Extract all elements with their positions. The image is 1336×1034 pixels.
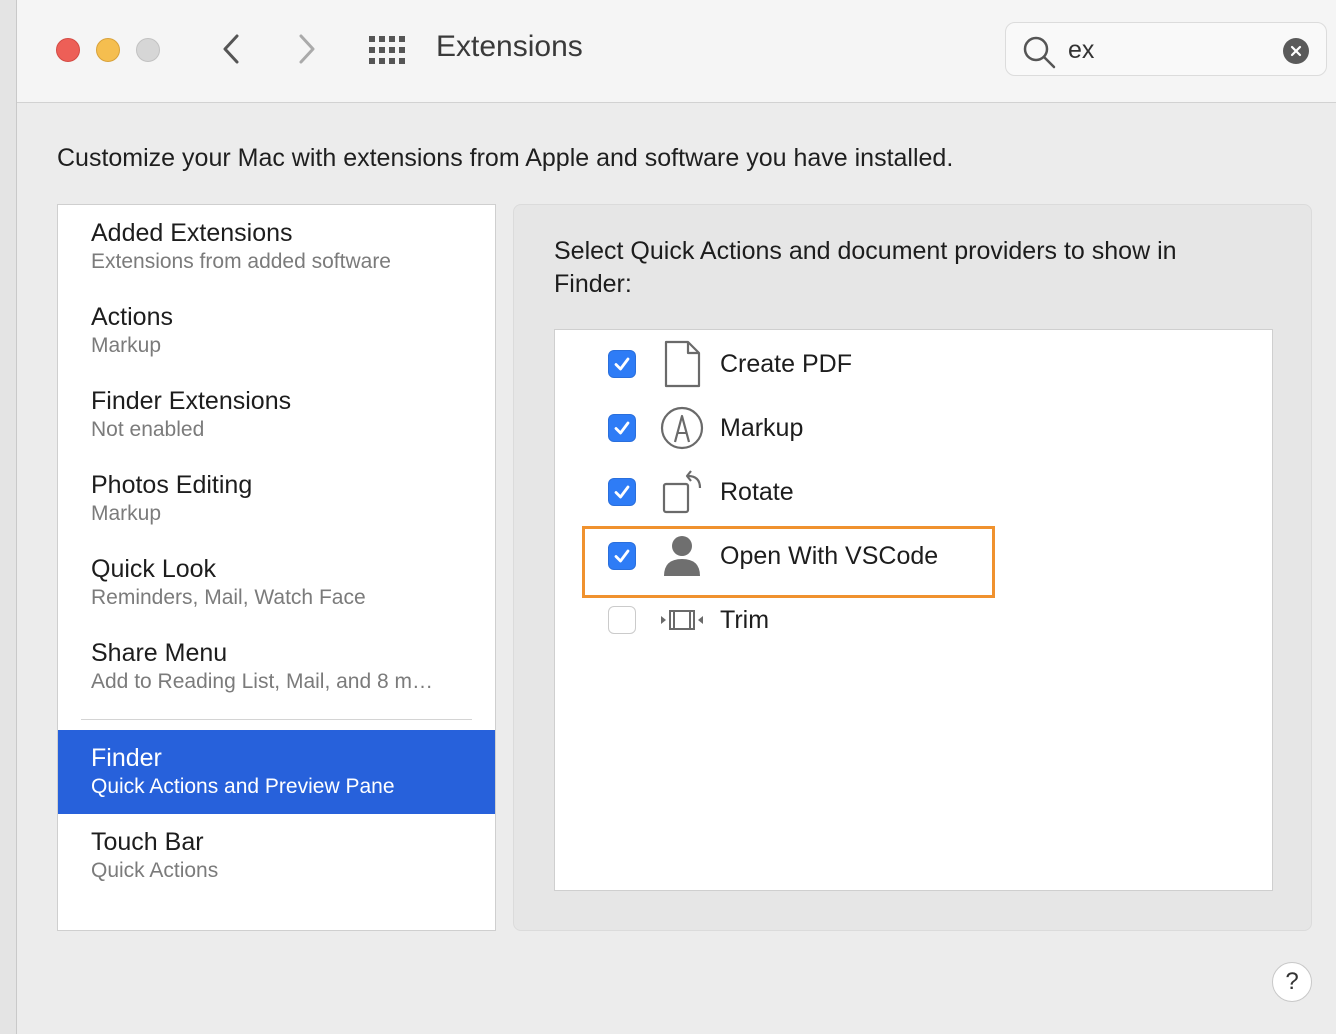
action-label: Rotate (720, 478, 794, 506)
sidebar-item-label: Finder (91, 744, 162, 772)
toolbar: Extensions (17, 0, 1336, 103)
sidebar-item-label: Finder Extensions (91, 387, 292, 415)
back-button[interactable] (215, 31, 247, 67)
sidebar-item-label: Actions (91, 303, 173, 331)
search-icon (1023, 36, 1056, 69)
search-field[interactable] (1005, 22, 1327, 76)
sidebar-item-finder-extensions[interactable]: Finder Extensions Not enabled (58, 373, 495, 457)
list-item-rotate: Rotate (555, 460, 1272, 524)
rotate-checkbox[interactable] (608, 478, 636, 506)
highlight-box (582, 526, 995, 598)
pane-heading: Select Quick Actions and document provid… (554, 237, 1177, 298)
sidebar-item-label: Touch Bar (91, 828, 204, 856)
sidebar-item-label: Quick Look (91, 555, 217, 583)
sidebar-item-added-extensions[interactable]: Added Extensions Extensions from added s… (58, 205, 495, 289)
help-button[interactable]: ? (1272, 962, 1312, 1002)
sidebar-item-subtitle: Extensions from added software (91, 250, 391, 273)
sidebar-item-quick-look[interactable]: Quick Look Reminders, Mail, Watch Face (58, 541, 495, 625)
trim-film-icon (659, 596, 705, 644)
window-title: Extensions (436, 30, 583, 63)
rotate-icon (659, 468, 705, 516)
sidebar-divider (81, 719, 472, 720)
checkmark-icon (614, 421, 630, 435)
action-label: Trim (720, 606, 770, 634)
sidebar-item-subtitle: Reminders, Mail, Watch Face (91, 586, 366, 609)
sidebar-item-actions[interactable]: Actions Markup (58, 289, 495, 373)
preferences-window: Extensions Customize your Mac with exten… (16, 0, 1336, 1034)
checkmark-icon (614, 357, 630, 371)
trim-checkbox[interactable] (608, 606, 636, 634)
extensions-sidebar: Added Extensions Extensions from added s… (57, 204, 496, 931)
markup-checkbox[interactable] (608, 414, 636, 442)
sidebar-item-subtitle: Not enabled (91, 418, 205, 441)
sidebar-item-label: Added Extensions (91, 219, 293, 247)
grid-icon (369, 36, 405, 64)
pane-description: Customize your Mac with extensions from … (57, 144, 954, 172)
chevron-right-icon (299, 34, 315, 64)
search-input[interactable] (1066, 32, 1270, 68)
sidebar-item-subtitle: Add to Reading List, Mail, and 8 m… (91, 670, 434, 693)
sidebar-item-subtitle: Quick Actions and Preview Pane (91, 775, 395, 798)
sidebar-item-label: Photos Editing (91, 471, 253, 499)
action-label: Markup (720, 414, 804, 442)
document-icon (659, 340, 705, 388)
sidebar-item-share-menu[interactable]: Share Menu Add to Reading List, Mail, an… (58, 625, 495, 709)
checkmark-icon (614, 485, 630, 499)
sidebar-item-subtitle: Markup (91, 502, 162, 525)
action-label: Create PDF (720, 350, 852, 378)
sidebar-item-label: Share Menu (91, 639, 228, 667)
show-all-button[interactable] (367, 34, 407, 66)
list-item-markup: Markup (555, 396, 1272, 460)
chevron-left-icon (223, 34, 239, 64)
markup-pen-icon (659, 404, 705, 452)
sidebar-item-subtitle: Quick Actions (91, 859, 219, 882)
close-window-button[interactable] (56, 38, 80, 62)
forward-button[interactable] (291, 31, 323, 67)
clear-search-button[interactable] (1283, 38, 1309, 64)
minimize-window-button[interactable] (96, 38, 120, 62)
create-pdf-checkbox[interactable] (608, 350, 636, 378)
quick-actions-list: Create PDF Markup Rotate Open With VSCod… (554, 329, 1273, 891)
sidebar-item-photos-editing[interactable]: Photos Editing Markup (58, 457, 495, 541)
sidebar-item-subtitle: Markup (91, 334, 162, 357)
close-icon (1290, 45, 1302, 57)
sidebar-item-finder[interactable]: Finder Quick Actions and Preview Pane (58, 730, 495, 814)
list-item-create-pdf: Create PDF (555, 332, 1272, 396)
zoom-window-button[interactable] (136, 38, 160, 62)
sidebar-item-touch-bar[interactable]: Touch Bar Quick Actions (58, 814, 495, 898)
